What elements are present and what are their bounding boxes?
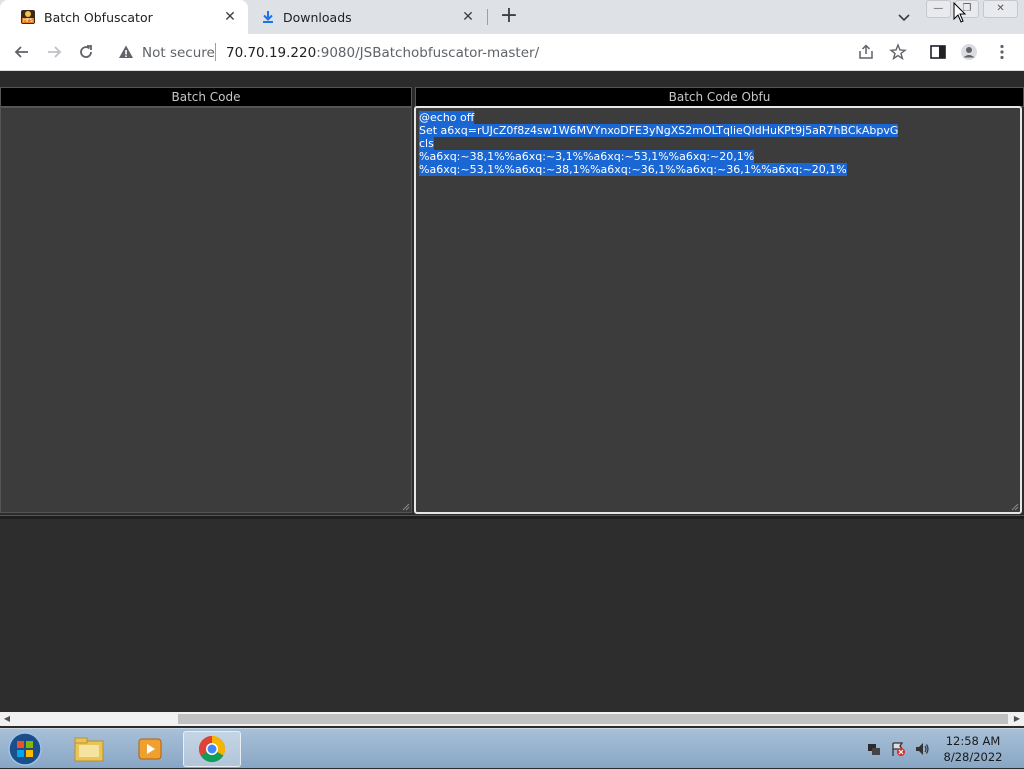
browser-toolbar: Not secure 70.70.19.220:9080/JSBatchobfu… bbox=[0, 34, 1024, 71]
close-tab-icon[interactable]: ✕ bbox=[460, 9, 476, 25]
windows-taskbar: 12:58 AM 8/28/2022 bbox=[0, 728, 1024, 768]
page-top-band bbox=[0, 72, 1024, 86]
code-line: %a6xq:~38,1%%a6xq:~3,1%%a6xq:~53,1%%a6xq… bbox=[419, 150, 755, 163]
new-tab-button[interactable]: + bbox=[499, 5, 519, 27]
clock-date: 8/28/2022 bbox=[943, 750, 1003, 764]
chevron-down-icon[interactable] bbox=[896, 9, 912, 25]
back-arrow-icon[interactable] bbox=[13, 43, 31, 61]
taskbar-media-player[interactable] bbox=[121, 731, 179, 767]
tab-downloads[interactable]: Downloads ✕ bbox=[250, 0, 486, 34]
reload-icon[interactable] bbox=[77, 43, 95, 61]
hfs-icon: HFS bbox=[21, 10, 35, 24]
tab-separator bbox=[487, 9, 488, 25]
code-line: Set a6xq=rUJcZ0f8z4sw1W6MVYnxoDFE3yNgXS2… bbox=[419, 124, 899, 137]
download-icon bbox=[263, 11, 273, 23]
taskbar-clock[interactable]: 12:58 AM 8/28/2022 bbox=[934, 733, 1012, 765]
batch-code-header: Batch Code bbox=[0, 87, 412, 107]
scroll-right-arrow-icon[interactable]: ▶ bbox=[1013, 715, 1021, 723]
code-line: cls bbox=[419, 137, 434, 150]
profile-avatar-icon[interactable] bbox=[960, 43, 978, 61]
security-label[interactable]: Not secure bbox=[142, 45, 215, 61]
share-icon[interactable] bbox=[857, 43, 875, 61]
action-center-flag-icon[interactable] bbox=[890, 741, 906, 757]
tab-title: Batch Obfuscator bbox=[44, 10, 153, 25]
taskbar-file-explorer[interactable] bbox=[60, 731, 118, 767]
horizontal-scrollbar[interactable]: ◀ ▶ bbox=[0, 712, 1024, 726]
windows-start-icon[interactable] bbox=[5, 731, 45, 767]
scroll-left-arrow-icon[interactable]: ◀ bbox=[3, 715, 11, 723]
svg-text:HFS: HFS bbox=[23, 18, 33, 24]
tab-title: Downloads bbox=[283, 10, 352, 25]
omnibox-divider bbox=[215, 43, 216, 61]
file-explorer-icon bbox=[74, 737, 104, 762]
media-player-icon bbox=[138, 738, 162, 760]
chrome-icon bbox=[198, 735, 226, 763]
obfuscated-code-textarea[interactable]: @echo off Set a6xq=rUJcZ0f8z4sw1W6MVYnxo… bbox=[414, 106, 1022, 514]
network-icon[interactable] bbox=[866, 741, 882, 757]
code-line: %a6xq:~53,1%%a6xq:~38,1%%a6xq:~36,1%%a6x… bbox=[419, 163, 847, 176]
bookmark-star-icon[interactable] bbox=[889, 43, 907, 61]
close-window-button[interactable]: ✕ bbox=[983, 0, 1018, 18]
address-bar[interactable]: Not secure 70.70.19.220:9080/JSBatchobfu… bbox=[108, 37, 916, 67]
close-tab-icon[interactable]: ✕ bbox=[222, 9, 238, 25]
taskbar-chrome[interactable] bbox=[183, 731, 241, 767]
resize-handle-icon[interactable] bbox=[1011, 503, 1019, 511]
side-panel-icon[interactable] bbox=[929, 43, 947, 61]
clock-time: 12:58 AM bbox=[945, 734, 1001, 748]
volume-icon[interactable] bbox=[914, 741, 930, 757]
forward-arrow-icon[interactable] bbox=[45, 43, 63, 61]
resize-handle-icon[interactable] bbox=[402, 503, 410, 511]
tab-strip: HFS Batch Obfuscator ✕ Downloads ✕ + — ❐… bbox=[0, 0, 1024, 34]
mouse-cursor-icon bbox=[953, 2, 967, 23]
window-controls: — ❐ ✕ bbox=[926, 0, 1022, 20]
bottom-area bbox=[0, 519, 1024, 712]
scrollbar-thumb[interactable] bbox=[178, 714, 1008, 724]
page-content: Batch Code Batch Code Obfu @echo off Set… bbox=[0, 72, 1024, 712]
code-line: @echo off bbox=[419, 111, 475, 124]
batch-code-textarea[interactable] bbox=[0, 107, 412, 513]
tab-batch-obfuscator[interactable]: HFS Batch Obfuscator ✕ bbox=[0, 0, 248, 34]
url-text[interactable]: 70.70.19.220:9080/JSBatchobfuscator-mast… bbox=[226, 45, 539, 61]
batch-code-obfu-header: Batch Code Obfu bbox=[415, 87, 1024, 107]
minimize-button[interactable]: — bbox=[926, 0, 951, 18]
more-menu-icon[interactable] bbox=[993, 43, 1011, 61]
url-path: :9080/JSBatchobfuscator-master/ bbox=[316, 45, 540, 61]
warning-icon[interactable] bbox=[118, 44, 134, 60]
url-host: 70.70.19.220 bbox=[226, 45, 317, 61]
